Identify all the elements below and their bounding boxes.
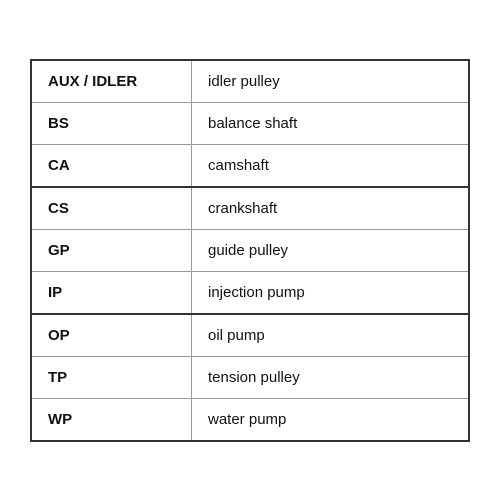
abbreviation-cell: AUX / IDLER <box>32 61 192 102</box>
description-cell: idler pulley <box>192 61 468 102</box>
description-cell: balance shaft <box>192 103 468 144</box>
description-cell: oil pump <box>192 315 468 356</box>
table-row: CScrankshaft <box>32 188 468 230</box>
abbreviation-cell: IP <box>32 272 192 313</box>
table-row: OPoil pump <box>32 315 468 357</box>
table-row: CAcamshaft <box>32 145 468 188</box>
abbreviation-table: AUX / IDLERidler pulleyBSbalance shaftCA… <box>30 59 470 442</box>
description-cell: camshaft <box>192 145 468 186</box>
abbreviation-cell: BS <box>32 103 192 144</box>
abbreviation-cell: GP <box>32 230 192 271</box>
description-cell: guide pulley <box>192 230 468 271</box>
abbreviation-cell: WP <box>32 399 192 440</box>
table-row: AUX / IDLERidler pulley <box>32 61 468 103</box>
table-row: BSbalance shaft <box>32 103 468 145</box>
table-row: GPguide pulley <box>32 230 468 272</box>
table-row: WPwater pump <box>32 399 468 440</box>
table-row: IPinjection pump <box>32 272 468 315</box>
description-cell: tension pulley <box>192 357 468 398</box>
abbreviation-cell: OP <box>32 315 192 356</box>
description-cell: water pump <box>192 399 468 440</box>
abbreviation-cell: CS <box>32 188 192 229</box>
description-cell: crankshaft <box>192 188 468 229</box>
table-row: TPtension pulley <box>32 357 468 399</box>
description-cell: injection pump <box>192 272 468 313</box>
abbreviation-cell: CA <box>32 145 192 186</box>
abbreviation-cell: TP <box>32 357 192 398</box>
